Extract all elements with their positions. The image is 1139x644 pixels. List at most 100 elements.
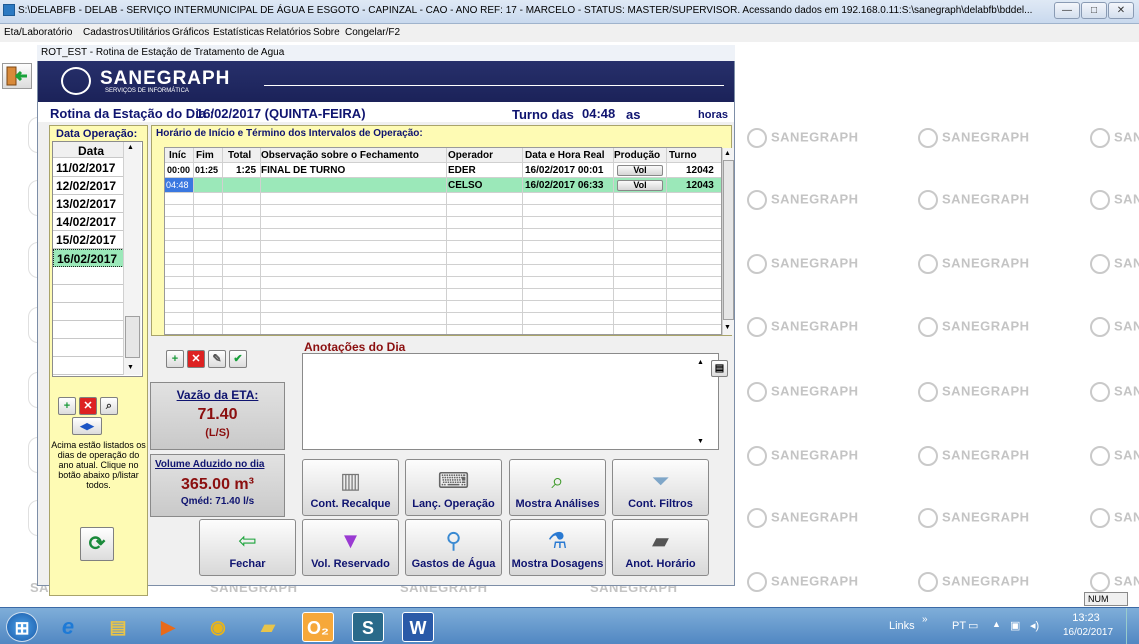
menu-utilitarios[interactable]: Utilitários xyxy=(129,27,170,38)
word-icon[interactable]: W xyxy=(402,612,434,642)
cell-inic-editing[interactable]: 04:48 xyxy=(165,178,193,192)
col-inic[interactable]: Iníc xyxy=(169,150,186,161)
vol-button[interactable]: Vol xyxy=(617,165,663,176)
table-row-empty[interactable] xyxy=(165,265,721,277)
table-row-empty[interactable] xyxy=(165,217,721,229)
scroll-thumb[interactable] xyxy=(125,316,140,358)
date-row-empty[interactable] xyxy=(53,357,126,375)
table-row-selected[interactable]: 04:48 CELSO 16/02/2017 06:33 Vol 12043 xyxy=(165,178,721,193)
chrome-icon[interactable]: ◉ xyxy=(202,612,234,642)
scroll-down-icon[interactable]: ▼ xyxy=(697,438,704,445)
table-row-empty[interactable] xyxy=(165,229,721,241)
menu-congelar[interactable]: Congelar/F2 xyxy=(345,27,400,38)
list-all-dates-button[interactable]: ⟳ xyxy=(80,527,114,561)
mostra-dosagens-button[interactable]: ⚗ Mostra Dosagens xyxy=(509,519,606,576)
links-toolbar[interactable]: Links xyxy=(889,620,915,632)
confirm-interval-button[interactable]: ✔ xyxy=(229,350,247,368)
scroll-up-icon[interactable]: ▲ xyxy=(724,150,731,157)
table-row-empty[interactable] xyxy=(165,325,721,334)
date-row[interactable]: 13/02/2017 xyxy=(53,195,126,213)
date-row-empty[interactable] xyxy=(53,303,126,321)
gastos-agua-button[interactable]: ⚲ Gastos de Água xyxy=(405,519,502,576)
date-row[interactable]: 11/02/2017 xyxy=(53,159,126,177)
scroll-thumb[interactable] xyxy=(723,160,734,320)
date-row[interactable]: 15/02/2017 xyxy=(53,231,126,249)
menu-graficos[interactable]: Gráficos xyxy=(172,27,209,38)
table-row-empty[interactable] xyxy=(165,313,721,325)
internet-explorer-icon[interactable]: e xyxy=(52,612,84,642)
scroll-down-icon[interactable]: ▼ xyxy=(127,364,134,371)
media-player-icon[interactable]: ▶ xyxy=(152,612,184,642)
delete-interval-button[interactable]: ✕ xyxy=(187,350,205,368)
language-indicator[interactable]: PT xyxy=(952,620,966,632)
table-row-empty[interactable] xyxy=(165,301,721,313)
table-row[interactable]: 00:00 01:25 1:25 FINAL DE TURNO EDER 16/… xyxy=(165,163,721,178)
menu-eta-laboratorio[interactable]: Eta/Laboratório xyxy=(4,27,72,38)
date-row[interactable]: 14/02/2017 xyxy=(53,213,126,231)
add-date-button[interactable]: + xyxy=(58,397,76,415)
vol-button[interactable]: Vol xyxy=(617,180,663,191)
maximize-button[interactable]: □ xyxy=(1081,2,1107,19)
edit-interval-button[interactable]: ✎ xyxy=(208,350,226,368)
sanegraph-app-icon[interactable]: S xyxy=(352,612,384,642)
intervals-table[interactable]: Iníc Fim Total Observação sobre o Fecham… xyxy=(164,147,722,335)
lanc-operacao-button[interactable]: ⌨ Lanç. Operação xyxy=(405,459,502,516)
scroll-up-icon[interactable]: ▲ xyxy=(697,359,704,366)
clock-date[interactable]: 16/02/2017 xyxy=(1063,627,1113,638)
file-explorer-icon[interactable]: ▤ xyxy=(102,612,134,642)
delete-date-button[interactable]: ✕ xyxy=(79,397,97,415)
date-row[interactable]: 12/02/2017 xyxy=(53,177,126,195)
tray-expand-icon[interactable]: ▲ xyxy=(992,619,1001,629)
intervals-scrollbar[interactable]: ▲ ▼ xyxy=(722,148,734,335)
folder-icon[interactable]: ▰ xyxy=(252,612,284,642)
menu-relatorios[interactable]: Relatórios xyxy=(266,27,311,38)
clock-time[interactable]: 13:23 xyxy=(1066,612,1106,624)
col-data-hora[interactable]: Data e Hora Real xyxy=(525,150,604,161)
date-row-empty[interactable] xyxy=(53,321,126,339)
scroll-down-icon[interactable]: ▼ xyxy=(724,324,731,331)
fechar-button[interactable]: ⇦ Fechar xyxy=(199,519,296,576)
scroll-up-icon[interactable]: ▲ xyxy=(127,144,134,151)
col-turno[interactable]: Turno xyxy=(669,150,697,161)
date-row-empty[interactable] xyxy=(53,285,126,303)
table-row-empty[interactable] xyxy=(165,241,721,253)
col-total[interactable]: Total xyxy=(228,150,251,161)
anot-horario-button[interactable]: ▰ Anot. Horário xyxy=(612,519,709,576)
vol-reservado-button[interactable]: ▼ Vol. Reservado xyxy=(302,519,399,576)
minimize-button[interactable]: — xyxy=(1054,2,1080,19)
menu-cadastros[interactable]: Cadastros xyxy=(83,27,129,38)
menu-estatisticas[interactable]: Estatísticas xyxy=(213,27,264,38)
show-desktop-button[interactable] xyxy=(1126,608,1138,644)
table-row-empty[interactable] xyxy=(165,289,721,301)
table-row-empty[interactable] xyxy=(165,277,721,289)
exit-door-button[interactable] xyxy=(2,63,32,89)
prev-next-button[interactable]: ◀▶ xyxy=(72,417,102,435)
mostra-analises-button[interactable]: ⌕ Mostra Análises xyxy=(509,459,606,516)
col-operador[interactable]: Operador xyxy=(448,150,493,161)
date-row-empty[interactable] xyxy=(53,339,126,357)
menu-sobre[interactable]: Sobre xyxy=(313,27,340,38)
network-icon[interactable]: ▣ xyxy=(1010,619,1020,632)
col-producao[interactable]: Produção xyxy=(614,150,660,161)
table-row-empty[interactable] xyxy=(165,253,721,265)
table-row-empty[interactable] xyxy=(165,205,721,217)
dates-list-header[interactable]: Data xyxy=(53,142,126,158)
add-interval-button[interactable]: + xyxy=(166,350,184,368)
cont-filtros-button[interactable]: ⏷ Cont. Filtros xyxy=(612,459,709,516)
search-date-button[interactable]: ⌕ xyxy=(100,397,118,415)
start-button[interactable]: ⊞ xyxy=(6,612,38,642)
keyboard-icon[interactable]: ▭ xyxy=(968,619,978,632)
cont-recalque-button[interactable]: ▥ Cont. Recalque xyxy=(302,459,399,516)
anotacoes-menu-button[interactable]: ▤ xyxy=(711,360,728,377)
chevron-right-icon[interactable]: » xyxy=(922,614,928,625)
table-row-empty[interactable] xyxy=(165,193,721,205)
date-row-selected[interactable]: 16/02/2017 xyxy=(53,249,126,267)
close-button[interactable]: ✕ xyxy=(1108,2,1134,19)
col-fim[interactable]: Fim xyxy=(196,150,214,161)
dates-scrollbar[interactable]: ▲ ▼ xyxy=(123,142,141,375)
col-observacao[interactable]: Observação sobre o Fechamento xyxy=(261,150,419,161)
volume-icon[interactable]: ◂) xyxy=(1030,619,1039,632)
anotacoes-textarea[interactable] xyxy=(302,353,719,450)
date-row-empty[interactable] xyxy=(53,267,126,285)
app-o2-icon[interactable]: O₂ xyxy=(302,612,334,642)
